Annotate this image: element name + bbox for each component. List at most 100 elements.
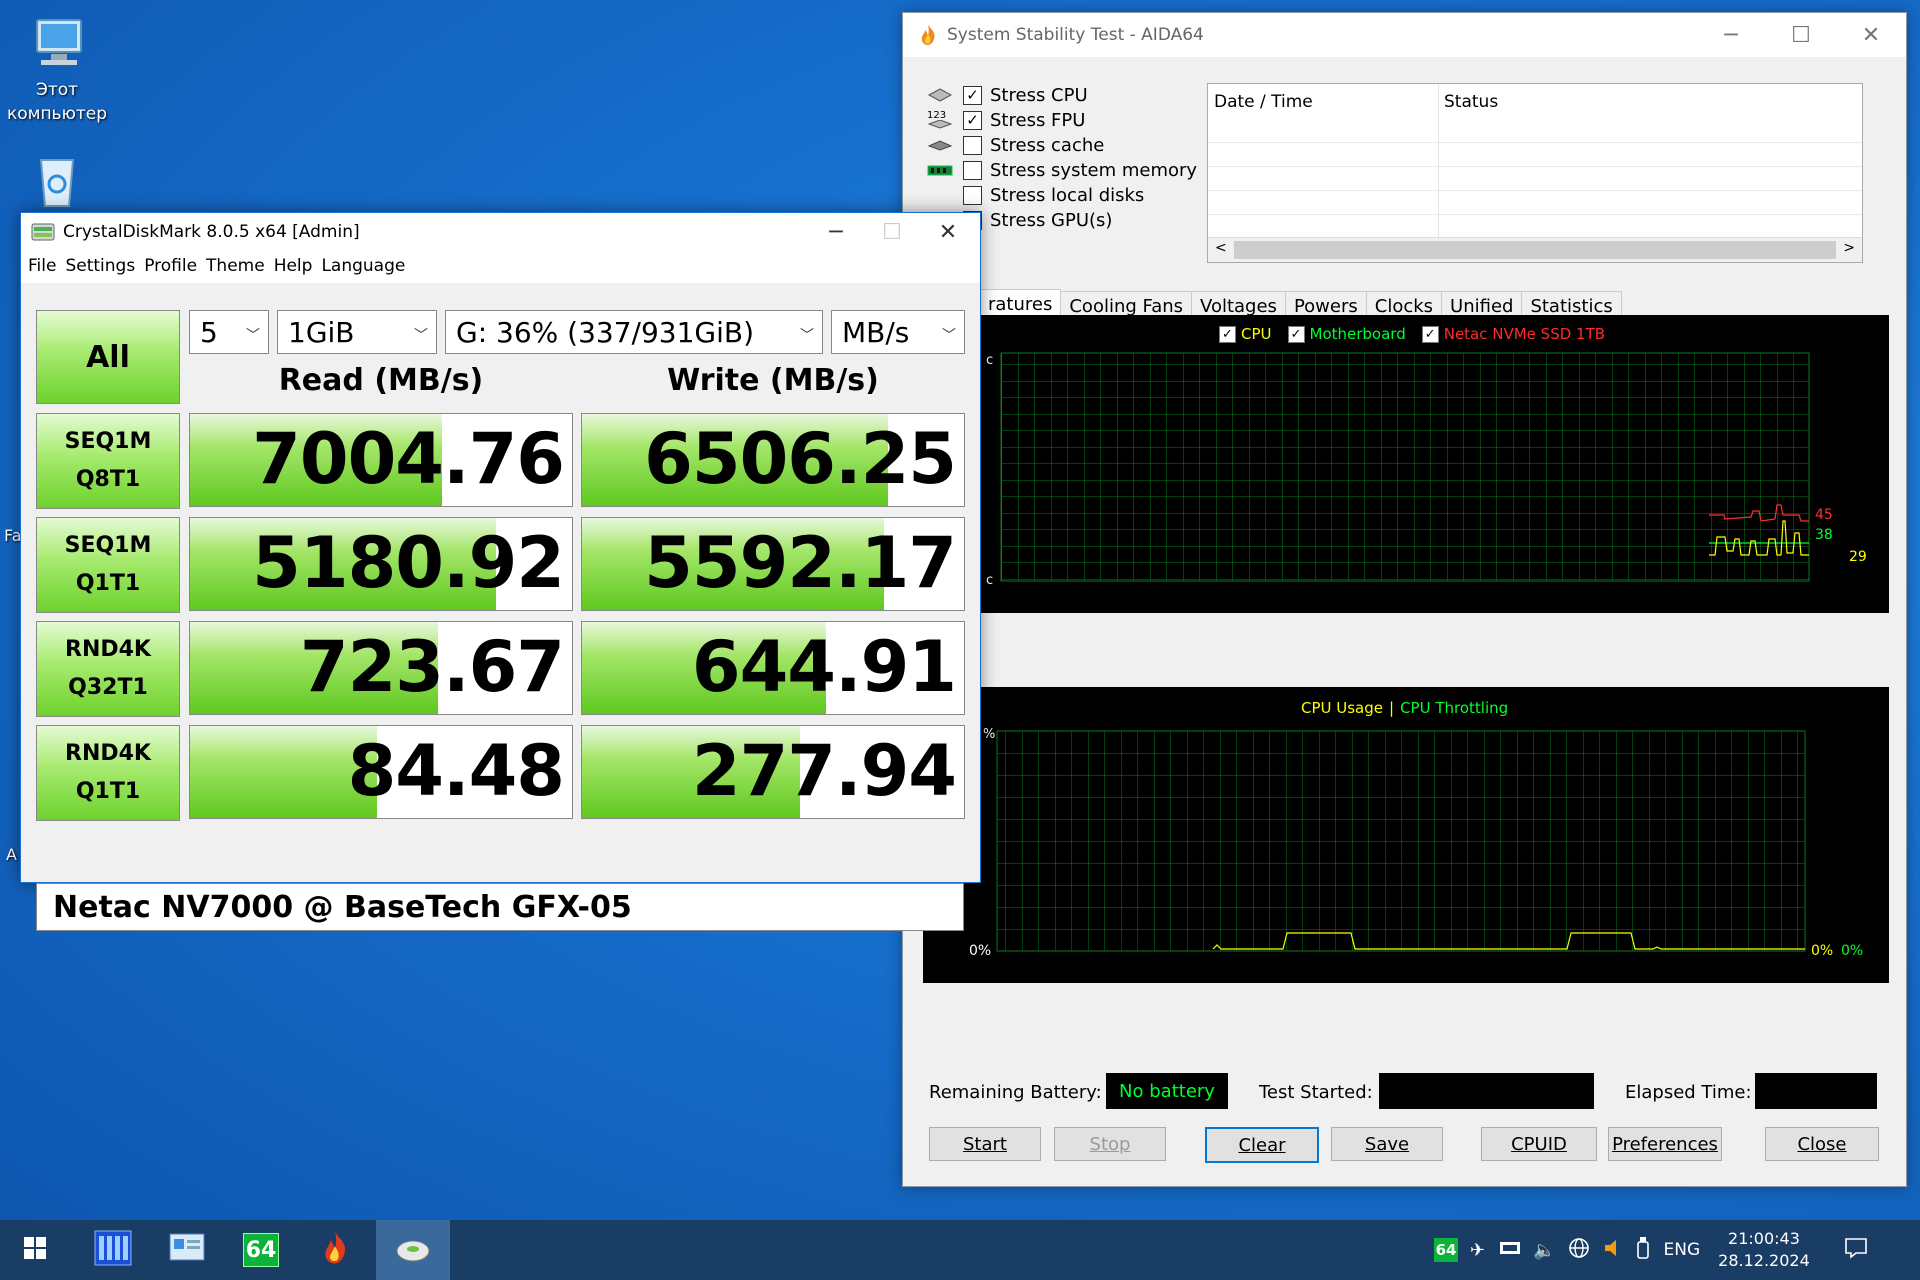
table-row — [1208, 190, 1862, 191]
stress-gpu-label: Stress GPU(s) — [990, 209, 1113, 231]
stress-disks-checkbox[interactable] — [963, 185, 982, 205]
motherboard-temp-readout: 38 — [1815, 527, 1833, 543]
airplane-icon[interactable]: ✈ — [1470, 1240, 1485, 1261]
taskbar-app-aida64[interactable]: 64 — [224, 1220, 298, 1280]
minimize-icon: ─ — [1724, 22, 1738, 48]
desktop-icon-this-pc[interactable]: Этот компьютер — [2, 14, 112, 126]
table-row — [1208, 142, 1862, 143]
legend-motherboard-checkbox[interactable]: ✓ — [1287, 325, 1305, 343]
stress-cache-option[interactable]: Stress cache — [927, 131, 1104, 159]
menu-file[interactable]: File — [28, 256, 56, 276]
temp-legend: ✓ CPU ✓ Motherboard ✓ Netac NVMe SSD 1TB — [1219, 325, 1605, 343]
speaker-muted-icon[interactable] — [1602, 1237, 1624, 1264]
recycle-bin-icon — [27, 150, 87, 210]
maximize-button[interactable]: ☐ — [1766, 13, 1836, 57]
stress-disks-label: Stress local disks — [990, 184, 1145, 206]
menu-settings[interactable]: Settings — [65, 256, 135, 276]
taskbar-app-control-panel[interactable] — [150, 1220, 224, 1280]
taskbar-app-crystaldiskmark[interactable] — [376, 1220, 450, 1280]
stress-memory-option[interactable]: Stress system memory — [927, 156, 1197, 184]
network-adapter-icon[interactable] — [1499, 1239, 1521, 1262]
stress-memory-label: Stress system memory — [990, 159, 1198, 181]
temperature-graph: ✓ CPU ✓ Motherboard ✓ Netac NVMe SSD 1TB… — [919, 315, 1889, 613]
test-count-select[interactable]: 5 ﹀ — [189, 310, 269, 354]
start-button[interactable]: Start — [929, 1127, 1041, 1161]
input-language-indicator[interactable]: ENG — [1664, 1240, 1701, 1260]
aida64-window: System Stability Test - AIDA64 ─ ☐ ✕ ✓ S… — [902, 12, 1907, 1187]
menu-language[interactable]: Language — [321, 256, 405, 276]
computer-icon — [27, 14, 87, 74]
read-column-header: Read (MB/s) — [278, 363, 484, 398]
battery-value: No battery — [1106, 1073, 1228, 1109]
stress-disks-option[interactable]: Stress local disks — [927, 181, 1144, 209]
legend-cpu-usage: CPU Usage — [1301, 699, 1384, 717]
stress-fpu-option[interactable]: 123 ✓ Stress FPU — [927, 106, 1085, 134]
scrollbar-thumb[interactable] — [1234, 241, 1836, 259]
test-label: Q32T1 — [68, 675, 148, 700]
close-button[interactable]: Close — [1765, 1127, 1879, 1161]
all-button[interactable]: All — [36, 310, 180, 404]
clock[interactable]: 21:00:43 28.12.2024 — [1718, 1228, 1810, 1272]
maximize-button[interactable]: ☐ — [864, 213, 920, 251]
taskbar-app-grid[interactable] — [76, 1220, 150, 1280]
unit-select[interactable]: MB/s ﹀ — [831, 310, 965, 354]
save-button[interactable]: Save — [1331, 1127, 1443, 1161]
title-bar[interactable]: System Stability Test - AIDA64 ─ ☐ ✕ — [903, 13, 1906, 57]
ssd-temp-readout: 45 — [1815, 507, 1833, 523]
drive-select[interactable]: G: 36% (337/931GiB) ﹀ — [445, 310, 823, 354]
test-size-select[interactable]: 1GiB ﹀ — [277, 310, 437, 354]
test-size-value: 1GiB — [288, 315, 355, 349]
minimize-button[interactable]: ─ — [1696, 13, 1766, 57]
legend-cpu-checkbox[interactable]: ✓ — [1219, 325, 1236, 343]
stress-cpu-checkbox[interactable]: ✓ — [963, 85, 982, 105]
menu-help[interactable]: Help — [274, 256, 313, 276]
seq1m-q1t1-button[interactable]: SEQ1M Q1T1 — [36, 517, 180, 613]
disk-app-icon — [31, 221, 55, 243]
legend-separator: | — [1389, 699, 1395, 717]
menu-theme[interactable]: Theme — [206, 256, 265, 276]
scroll-right-icon[interactable]: > — [1843, 240, 1855, 256]
close-window-button[interactable]: ✕ — [1836, 13, 1906, 57]
horizontal-scrollbar[interactable]: < > — [1208, 237, 1862, 262]
clear-button[interactable]: Clear — [1205, 1127, 1319, 1163]
test-count-value: 5 — [200, 315, 218, 349]
rnd4k-q1t1-button[interactable]: RND4K Q1T1 — [36, 725, 180, 821]
app-grid-icon — [94, 1230, 132, 1270]
usb-device-icon[interactable] — [1636, 1236, 1650, 1265]
preferences-button[interactable]: Preferences — [1608, 1127, 1722, 1161]
taskbar-app-aida64-stability[interactable] — [298, 1220, 372, 1280]
cpuid-button[interactable]: CPUID — [1481, 1127, 1597, 1161]
stress-cache-checkbox[interactable] — [963, 135, 982, 155]
drive-comment-field[interactable]: Netac NV7000 @ BaseTech GFX-05 — [36, 883, 964, 931]
benchmark-panel: All 5 ﹀ 1GiB ﹀ G: 36% (337/931GiB) ﹀ MB/s ﹀ … — [21, 283, 980, 931]
stress-memory-checkbox[interactable] — [963, 160, 982, 180]
scroll-left-icon[interactable]: < — [1215, 240, 1227, 256]
volume-icon[interactable]: 🔈 — [1533, 1240, 1555, 1261]
seq1m-q8t1-write-cell: 6506.25 — [581, 413, 965, 507]
column-header-date-time[interactable]: Date / Time — [1214, 92, 1313, 112]
minimize-button[interactable]: ─ — [808, 213, 864, 251]
legend-ssd-label: Netac NVMe SSD 1TB — [1443, 325, 1606, 343]
column-header-status[interactable]: Status — [1444, 92, 1498, 112]
menu-profile[interactable]: Profile — [144, 256, 197, 276]
aida64-app-icon: 64 — [243, 1233, 279, 1267]
status-log-table[interactable]: Date / Time Status < > — [1207, 83, 1863, 263]
desktop-edge-text: A — [6, 845, 17, 864]
start-button[interactable] — [0, 1220, 70, 1280]
desktop-icon-label: Этот — [35, 80, 79, 100]
title-bar[interactable]: CrystalDiskMark 8.0.5 x64 [Admin] ─ ☐ ✕ — [21, 213, 980, 251]
legend-cpu-label: CPU — [1241, 325, 1272, 343]
desktop-icon-recycle-bin[interactable] — [2, 150, 112, 214]
stop-button[interactable]: Stop — [1054, 1127, 1166, 1161]
legend-ssd-checkbox[interactable]: ✓ — [1421, 325, 1439, 343]
seq1m-q8t1-button[interactable]: SEQ1M Q8T1 — [36, 413, 180, 509]
close-icon: ✕ — [938, 219, 958, 245]
tray-aida64-icon[interactable]: 64 — [1434, 1238, 1458, 1262]
globe-icon[interactable] — [1568, 1237, 1590, 1264]
stress-cpu-option[interactable]: ✓ Stress CPU — [927, 81, 1088, 109]
close-window-button[interactable]: ✕ — [920, 213, 976, 251]
rnd4k-q32t1-button[interactable]: RND4K Q32T1 — [36, 621, 180, 717]
notifications-icon[interactable] — [1844, 1237, 1868, 1264]
stress-fpu-checkbox[interactable]: ✓ — [963, 110, 982, 130]
stress-fpu-label: Stress FPU — [990, 109, 1086, 131]
